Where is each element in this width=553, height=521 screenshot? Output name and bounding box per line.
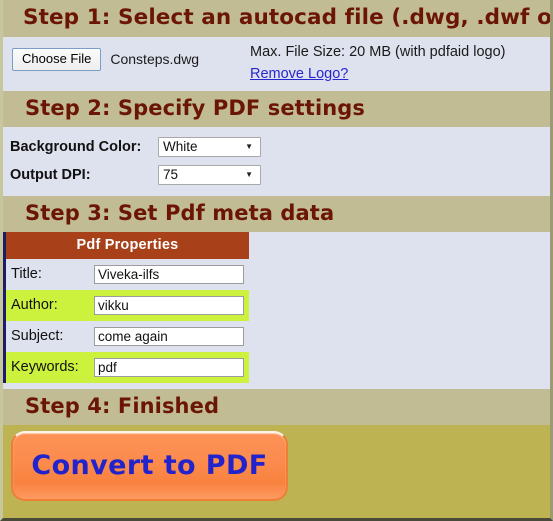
- step-2-heading: Step 2: Specify PDF settings: [3, 90, 550, 127]
- step-4-heading: Step 4: Finished: [3, 388, 550, 425]
- subject-input[interactable]: [94, 326, 244, 346]
- step-1-panel: Choose File Consteps.dwg Max. File Size:…: [3, 36, 550, 91]
- table-row: Title:: [6, 259, 249, 290]
- pdf-properties-table-header: Pdf Properties: [6, 231, 249, 259]
- keywords-field-label: Keywords:: [6, 351, 91, 383]
- background-color-select[interactable]: White ▼: [158, 136, 261, 157]
- step-3-panel: Pdf Properties Title: Author: Subject:: [3, 231, 550, 389]
- max-file-size-text: Max. File Size: 20 MB (with pdfaid logo): [250, 43, 506, 60]
- keywords-input[interactable]: [94, 357, 244, 377]
- pdf-converter-page: Step 1: Select an autocad file (.dwg, .d…: [0, 0, 553, 521]
- step-2-panel: Background Color: White ▼ Output DPI: 75…: [3, 126, 550, 196]
- table-row: Subject:: [6, 321, 249, 352]
- author-field-label: Author:: [6, 289, 91, 321]
- background-color-value: White: [163, 138, 198, 154]
- chevron-down-icon: ▼: [245, 169, 253, 179]
- convert-to-pdf-button-label: Convert to PDF: [31, 450, 268, 481]
- file-size-info: Max. File Size: 20 MB (with pdfaid logo)…: [250, 42, 505, 82]
- selected-file-name: Consteps.dwg: [110, 51, 200, 68]
- subject-field-label: Subject:: [11, 327, 64, 344]
- choose-file-button[interactable]: Choose File: [12, 47, 102, 71]
- pdf-properties-table: Pdf Properties Title: Author: Subject:: [3, 231, 249, 383]
- background-color-label: Background Color:: [10, 138, 142, 155]
- convert-to-pdf-button[interactable]: Convert to PDF: [11, 430, 288, 501]
- chevron-down-icon: ▼: [245, 141, 253, 151]
- subject-field-cell: [91, 321, 249, 352]
- author-field-cell: [91, 289, 249, 321]
- output-dpi-label: Output DPI:: [10, 166, 91, 183]
- output-dpi-select[interactable]: 75 ▼: [158, 164, 261, 185]
- table-row: Author:: [6, 289, 249, 321]
- step-1-heading: Step 1: Select an autocad file (.dwg, .d…: [3, 0, 550, 37]
- title-input[interactable]: [94, 264, 244, 284]
- table-row: Keywords:: [6, 351, 249, 383]
- author-input[interactable]: [94, 295, 244, 315]
- title-field-cell: [91, 259, 249, 290]
- step-3-heading: Step 3: Set Pdf meta data: [3, 195, 550, 232]
- output-dpi-row: Output DPI: 75 ▼: [3, 161, 550, 189]
- remove-logo-link[interactable]: Remove Logo?: [250, 66, 348, 82]
- output-dpi-value: 75: [163, 166, 179, 182]
- file-chooser-row: Choose File Consteps.dwg: [12, 47, 200, 71]
- step-4-panel: Convert to PDF: [3, 424, 550, 510]
- title-field-label: Title:: [11, 265, 42, 282]
- keywords-field-cell: [91, 351, 249, 383]
- background-color-row: Background Color: White ▼: [3, 133, 550, 161]
